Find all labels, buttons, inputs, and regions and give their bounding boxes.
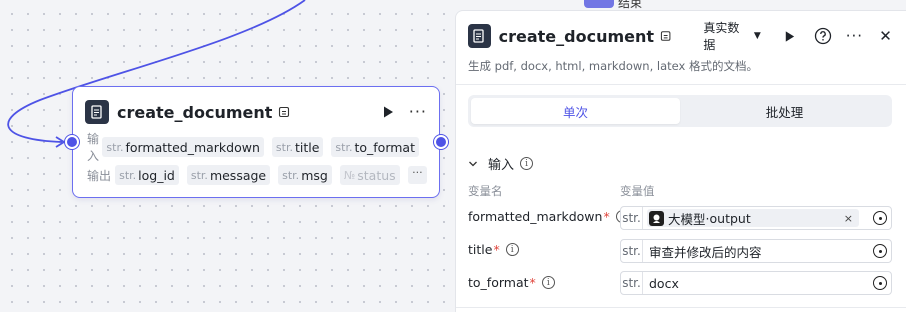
run-mode-tabs: 单次 批处理 bbox=[468, 95, 892, 127]
node-input-port[interactable] bbox=[65, 135, 79, 149]
plugin-badge-icon bbox=[660, 31, 671, 41]
output-chip-message: str. message bbox=[186, 165, 271, 185]
inputs-label: 输入 bbox=[87, 132, 100, 163]
help-icon bbox=[814, 27, 831, 45]
column-header-value: 变量值 bbox=[620, 184, 655, 198]
run-node-icon[interactable] bbox=[381, 105, 395, 119]
run-test-button[interactable] bbox=[781, 27, 798, 45]
data-mode-select[interactable]: 真实数据 ▼ bbox=[703, 19, 760, 53]
type-tag: str. bbox=[621, 207, 643, 229]
node-output-port[interactable] bbox=[434, 135, 448, 149]
divider bbox=[456, 307, 906, 308]
node-title: create_document bbox=[117, 102, 273, 122]
panel-title[interactable]: create_document bbox=[499, 27, 654, 46]
outputs-more-button[interactable]: ··· bbox=[407, 166, 427, 184]
end-node-tab bbox=[584, 0, 614, 8]
input-chip-title: str. title bbox=[271, 137, 324, 157]
type-tag: str. bbox=[621, 272, 643, 294]
plugin-badge-icon bbox=[279, 106, 290, 118]
chevron-down-icon bbox=[469, 161, 477, 166]
field-to-format-input[interactable]: str. docx bbox=[620, 271, 892, 295]
help-button[interactable] bbox=[814, 27, 832, 45]
field-label-formatted-markdown: formatted_markdown*i bbox=[468, 209, 629, 224]
document-plugin-icon bbox=[85, 100, 109, 124]
node-header: create_document ··· bbox=[85, 99, 427, 125]
field-title-input[interactable]: str. 审查并修改后的内容 bbox=[620, 239, 892, 263]
type-tag: str. bbox=[621, 240, 643, 262]
info-icon: i bbox=[541, 276, 555, 289]
node-more-button[interactable]: ··· bbox=[409, 104, 427, 120]
output-chip-status: № status bbox=[339, 165, 400, 185]
info-icon: i bbox=[520, 157, 534, 170]
tab-single[interactable]: 单次 bbox=[471, 98, 680, 124]
node-card-create-document[interactable]: create_document ··· 输入 str. formatted_mar… bbox=[72, 86, 440, 198]
field-label-to-format: to_format * i bbox=[468, 275, 555, 290]
field-title-value[interactable]: 审查并修改后的内容 bbox=[649, 242, 762, 261]
variable-reference-chip[interactable]: 大模型 · output × bbox=[647, 209, 859, 227]
more-options-button[interactable]: ··· bbox=[846, 27, 863, 45]
play-icon bbox=[785, 30, 794, 42]
output-chip-msg: str. msg bbox=[278, 165, 332, 185]
variable-picker-icon[interactable] bbox=[873, 276, 887, 290]
caret-down-icon: ▼ bbox=[753, 31, 761, 41]
panel-description: 生成 pdf, docx, html, markdown, latex 格式的文… bbox=[468, 59, 758, 73]
variable-picker-icon[interactable] bbox=[873, 211, 887, 225]
field-to-format-value[interactable]: docx bbox=[649, 276, 679, 291]
field-label-title: title * i bbox=[468, 242, 519, 257]
variable-picker-icon[interactable] bbox=[873, 244, 887, 258]
column-header-name: 变量名 bbox=[468, 184, 503, 198]
tab-batch[interactable]: 批处理 bbox=[680, 98, 889, 124]
info-icon: i bbox=[505, 243, 519, 256]
field-formatted-markdown-input[interactable]: str. 大模型 · output × bbox=[620, 206, 892, 230]
close-panel-button[interactable]: ✕ bbox=[877, 27, 894, 45]
divider bbox=[456, 84, 906, 85]
llm-node-icon bbox=[649, 210, 664, 226]
inputs-section-header[interactable]: 输入 i bbox=[468, 154, 534, 173]
node-settings-panel: create_document 真实数据 ▼ ··· ✕ 生成 pdf, docx… bbox=[455, 10, 906, 312]
input-chip-to-format: str. to_format bbox=[331, 137, 419, 157]
outputs-label: 输出 bbox=[87, 168, 112, 183]
clear-reference-button[interactable]: × bbox=[844, 212, 853, 225]
output-chip-log-id: str. log_id bbox=[115, 165, 179, 185]
node-inputs-row: 输入 str. formatted_markdown str. title str.… bbox=[87, 132, 427, 163]
panel-header: create_document 真实数据 ▼ ··· ✕ bbox=[468, 21, 894, 52]
section-title: 输入 bbox=[488, 158, 515, 173]
input-chip-formatted-markdown: str. formatted_markdown bbox=[102, 137, 264, 157]
node-outputs-row: 输出 str. log_id str. message str. msg № statu… bbox=[87, 165, 427, 185]
document-plugin-icon bbox=[468, 24, 491, 48]
